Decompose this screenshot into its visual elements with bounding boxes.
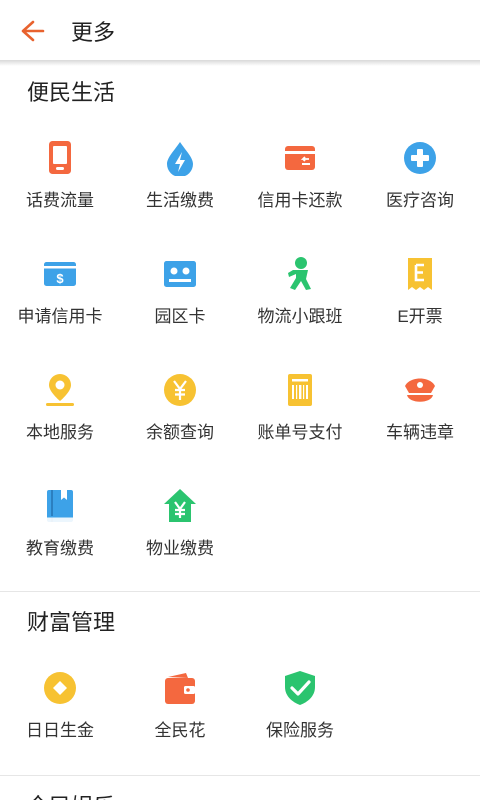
service-label: 教育缴费 (26, 539, 94, 558)
credit-card-dollar-icon: $ (44, 262, 76, 286)
service-e-invoice[interactable]: E开票 (360, 256, 480, 346)
park-card-icon (164, 261, 196, 287)
header-shadow (0, 60, 480, 66)
service-label: 日日生金 (26, 721, 94, 740)
service-label: 余额查询 (146, 423, 214, 442)
service-label: 物流小跟班 (257, 307, 343, 326)
location-pin-icon (46, 374, 74, 406)
service-label: 生活缴费 (146, 191, 214, 210)
service-logistics[interactable]: 物流小跟班 (240, 256, 360, 346)
service-label: 账单号支付 (257, 423, 343, 442)
service-quanminhua[interactable]: 全民花 (120, 670, 240, 760)
svg-text:$: $ (56, 271, 64, 286)
app-header: 更多 (0, 0, 480, 62)
bolt-drop-icon (167, 142, 193, 176)
gold-coin-icon (44, 672, 76, 704)
service-daily-gold[interactable]: 日日生金 (0, 670, 120, 760)
section-title-convenience: 便民生活 (27, 80, 116, 105)
service-label: 车辆违章 (386, 423, 454, 442)
service-utility-payment[interactable]: 生活缴费 (120, 140, 240, 230)
yen-coin-icon (164, 374, 196, 406)
service-park-card[interactable]: 园区卡 (120, 256, 240, 346)
police-cap-icon (405, 378, 435, 402)
service-label: E开票 (397, 307, 443, 326)
invoice-icon (408, 258, 432, 290)
page-title: 更多 (71, 20, 116, 45)
service-local[interactable]: 本地服务 (0, 372, 120, 462)
section-title-wealth: 财富管理 (27, 610, 116, 635)
service-phone-top-up[interactable]: 话费流量 (0, 140, 120, 230)
wallet-icon (165, 673, 195, 704)
barcode-bill-icon (288, 374, 312, 406)
service-label: 话费流量 (26, 191, 94, 210)
book-icon (47, 490, 73, 522)
service-education-fee[interactable]: 教育缴费 (0, 488, 120, 578)
service-property-fee[interactable]: 物业缴费 (120, 488, 240, 578)
service-label: 全民花 (154, 721, 206, 740)
phone-icon (49, 141, 71, 174)
medical-cross-icon (404, 142, 436, 174)
service-traffic-violation[interactable]: 车辆违章 (360, 372, 480, 462)
service-medical-consult[interactable]: 医疗咨询 (360, 140, 480, 230)
service-label: 物业缴费 (146, 539, 214, 558)
service-apply-credit-card[interactable]: $ 申请信用卡 (0, 256, 120, 346)
service-label: 医疗咨询 (386, 191, 454, 210)
service-insurance[interactable]: 保险服务 (240, 670, 360, 760)
service-label: 申请信用卡 (17, 307, 103, 326)
section-divider (0, 775, 480, 776)
section-divider (0, 591, 480, 592)
service-label: 本地服务 (26, 423, 94, 442)
service-credit-card-repay[interactable]: 信用卡还款 (240, 140, 360, 230)
back-arrow-icon[interactable] (16, 16, 46, 46)
service-bill-payment[interactable]: 账单号支付 (240, 372, 360, 462)
service-label: 园区卡 (154, 307, 206, 326)
runner-icon (288, 257, 311, 290)
house-yen-icon (164, 489, 196, 522)
section-title-entertainment: 全民娱乐 (27, 789, 115, 800)
service-label: 信用卡还款 (257, 191, 343, 210)
service-label: 保险服务 (266, 721, 334, 740)
shield-check-icon (285, 671, 315, 705)
service-balance-query[interactable]: 余额查询 (120, 372, 240, 462)
card-repay-icon (285, 146, 315, 170)
